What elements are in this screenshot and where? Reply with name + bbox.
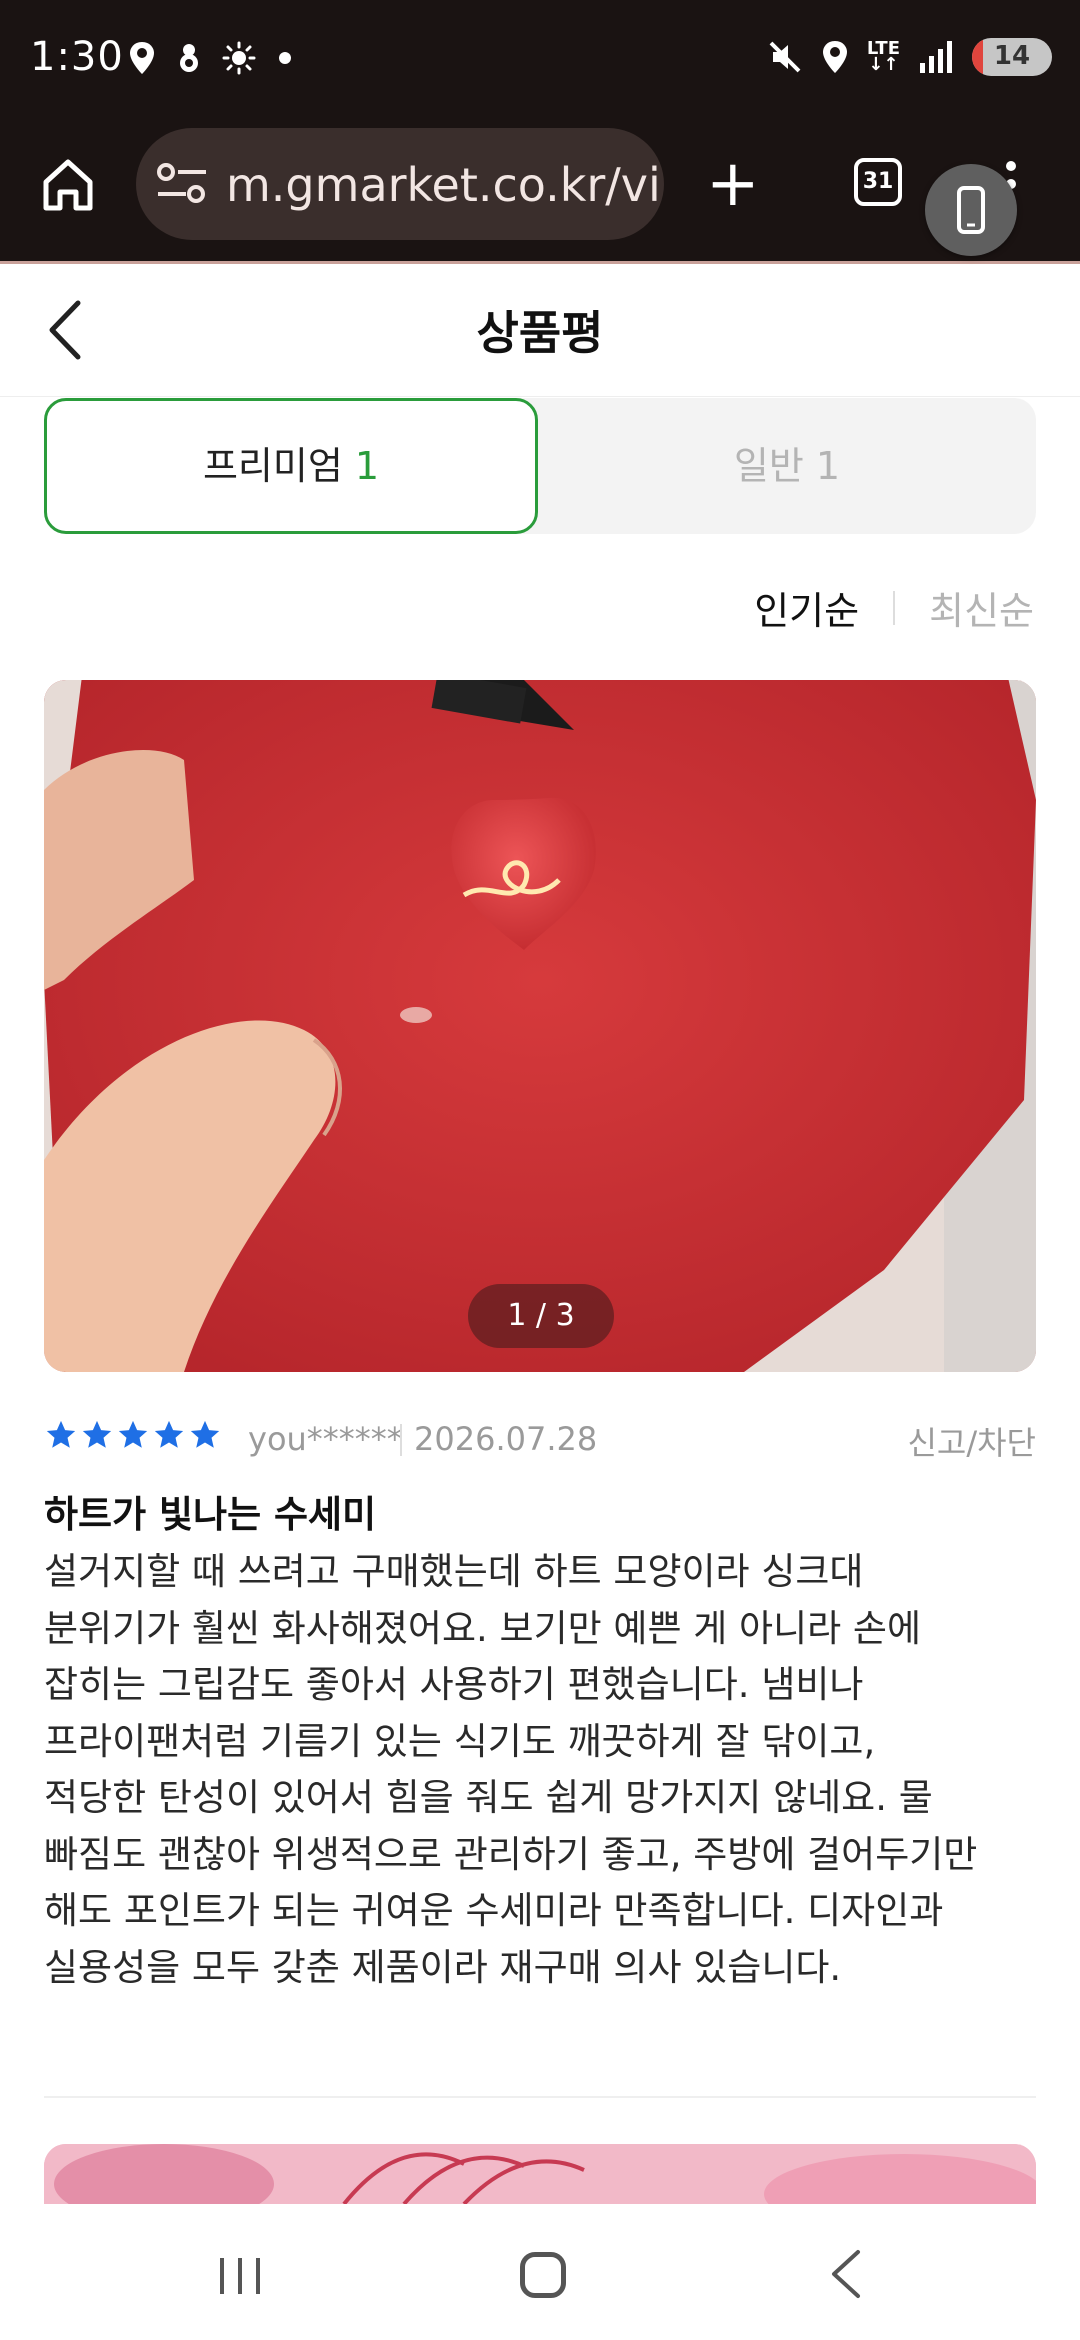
network-label: LTE — [866, 38, 900, 59]
review-meta: you****** 2026.07.28 신고/차단 — [44, 1416, 1036, 1462]
status-icons-left — [128, 40, 292, 76]
tab-premium-count: 1 — [354, 444, 380, 488]
star-icon — [118, 1420, 148, 1448]
reviewer-name: you****** — [248, 1420, 403, 1458]
lte-indicator: LTE ↓↑ — [866, 38, 900, 75]
page-title: 상품평 — [476, 306, 604, 360]
tab-general[interactable]: 일반 1 — [538, 398, 1036, 534]
tab-premium-label: 프리미엄 — [202, 444, 343, 488]
review-type-tabs: 프리미엄 1 일반 1 — [44, 398, 1036, 534]
battery-text: 14 — [993, 41, 1031, 71]
review-photo-image — [44, 680, 1036, 1372]
notification-dot-icon — [279, 52, 291, 64]
mic-icon — [180, 44, 198, 72]
next-review-photo[interactable] — [44, 2144, 1036, 2204]
report-block-link[interactable]: 신고/차단 — [907, 1418, 1036, 1464]
tab-general-count: 1 — [815, 444, 841, 488]
status-time: 1:30 — [30, 34, 124, 80]
tab-premium[interactable]: 프리미엄 1 — [44, 398, 538, 534]
sort-newest[interactable]: 최신순 — [929, 580, 1034, 635]
device-icon[interactable] — [925, 164, 1017, 256]
tab-switcher-icon[interactable]: 31 — [854, 158, 902, 206]
home-button-icon[interactable] — [520, 2252, 566, 2298]
review-date: 2026.07.28 — [414, 1420, 598, 1458]
url-text[interactable]: m.gmarket.co.kr/vi — [226, 158, 661, 212]
star-icon — [190, 1420, 220, 1448]
review-body: 설거지할 때 쓰려고 구매했는데 하트 모양이라 싱크대 분위기가 훨씬 화사해… — [44, 1550, 978, 1989]
page-header: 상품평 — [0, 267, 1080, 397]
sort-options: 인기순 최신순 — [754, 580, 1034, 635]
url-bar[interactable]: m.gmarket.co.kr/vi — [136, 128, 664, 240]
location-status-icon — [822, 41, 847, 73]
sort-divider — [893, 590, 896, 625]
signal-icon — [920, 41, 952, 73]
rating-stars — [44, 1418, 222, 1452]
location-icon — [130, 42, 154, 74]
review-photo[interactable]: 1 / 3 — [44, 680, 1036, 1372]
tab-general-label: 일반 — [733, 444, 804, 488]
mute-icon — [769, 41, 801, 73]
status-icons-right: LTE ↓↑ 14 — [767, 38, 1052, 76]
browser-toolbar: m.gmarket.co.kr/vi + 31 — [0, 120, 1080, 264]
new-tab-icon[interactable]: + — [706, 152, 760, 216]
image-counter: 1 / 3 — [468, 1284, 614, 1348]
nav-back-icon[interactable] — [828, 2248, 864, 2300]
battery-icon: 14 — [972, 38, 1052, 76]
review-title: 하트가 빛나는 수세미 — [44, 1493, 377, 1536]
star-icon — [82, 1420, 112, 1448]
star-icon — [46, 1420, 76, 1448]
next-review-photo-image — [44, 2144, 1036, 2204]
home-icon[interactable] — [38, 154, 98, 214]
star-icon — [154, 1420, 184, 1448]
brightness-icon — [222, 41, 256, 75]
review-divider — [44, 2096, 1036, 2098]
recent-apps-icon[interactable] — [218, 2256, 262, 2296]
status-bar: 1:30 LTE ↓↑ 14 — [0, 0, 1080, 120]
site-settings-icon[interactable] — [156, 162, 208, 204]
meta-divider — [400, 1424, 402, 1456]
sort-popular[interactable]: 인기순 — [754, 580, 859, 635]
system-nav-bar — [0, 2204, 1080, 2340]
